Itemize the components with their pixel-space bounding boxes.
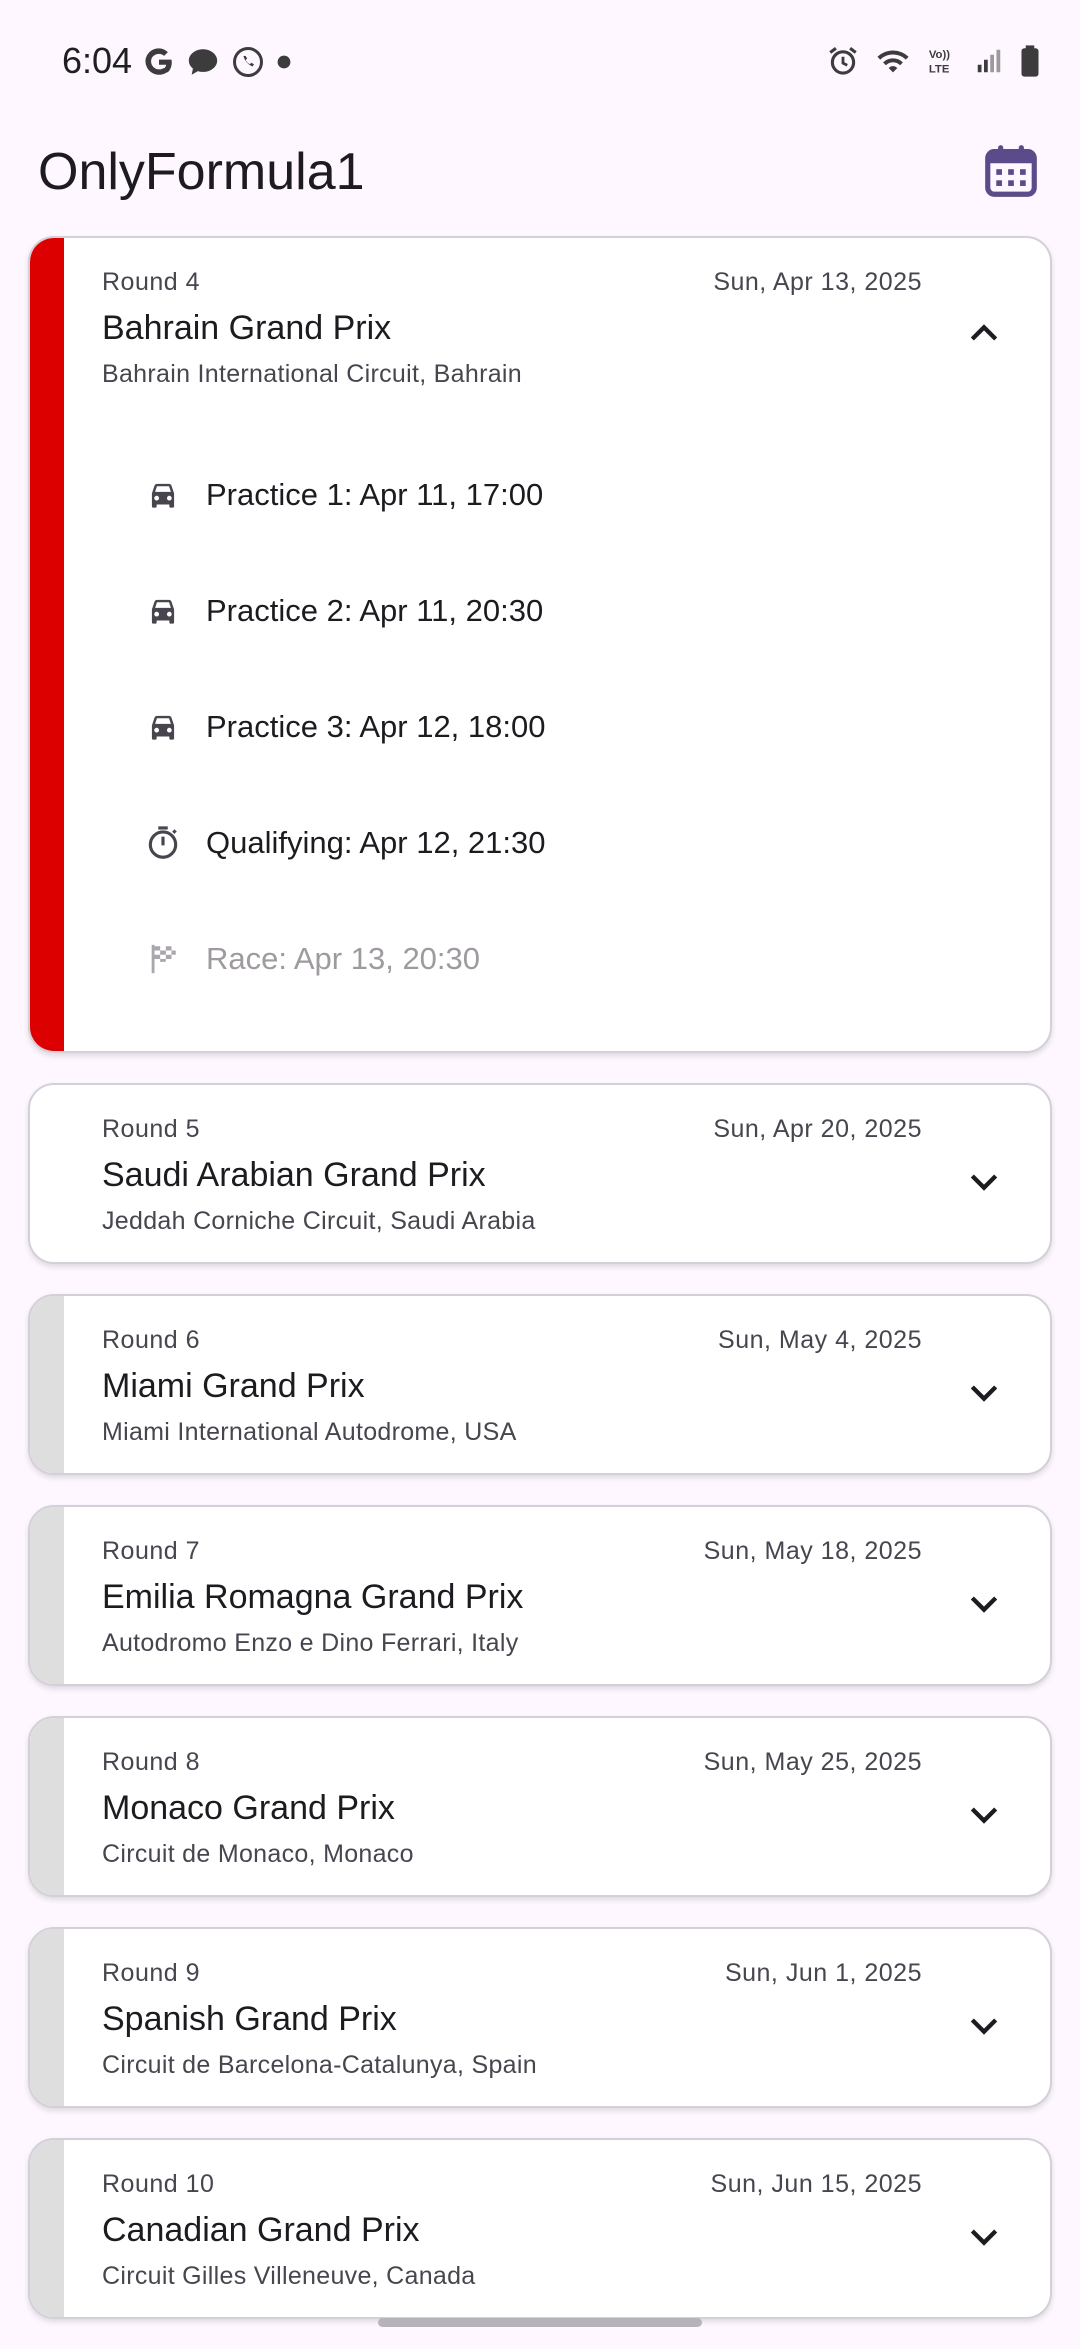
circuit-name: Circuit de Monaco, Monaco <box>102 1840 414 1868</box>
expand-button[interactable] <box>964 1583 1004 1623</box>
race-card[interactable]: Round 8 Sun, May 25, 2025 Monaco Grand P… <box>28 1716 1052 1897</box>
race-card[interactable]: Round 6 Sun, May 4, 2025 Miami Grand Pri… <box>28 1294 1052 1475</box>
race-card[interactable]: Round 10 Sun, Jun 15, 2025 Canadian Gran… <box>28 2138 1052 2319</box>
app-title: OnlyFormula1 <box>38 143 365 201</box>
race-card[interactable]: Round 9 Sun, Jun 1, 2025 Spanish Grand P… <box>28 1927 1052 2108</box>
session-item: Practice 1: Apr 11, 17:00 <box>142 437 1050 553</box>
wifi-icon <box>877 50 909 73</box>
session-label: Practice 2: Apr 11, 20:30 <box>206 593 544 628</box>
race-date: Sun, May 25, 2025 <box>703 1748 922 1776</box>
grand-prix-name: Saudi Arabian Grand Prix <box>102 1156 486 1194</box>
race-card[interactable]: Round 4 Sun, Apr 13, 2025 Bahrain Grand … <box>28 236 1052 1053</box>
grand-prix-name: Spanish Grand Prix <box>102 2000 397 2038</box>
session-label: Race: Apr 13, 20:30 <box>206 941 481 976</box>
grand-prix-name: Monaco Grand Prix <box>102 1789 395 1827</box>
circuit-name: Jeddah Corniche Circuit, Saudi Arabia <box>102 1207 536 1235</box>
svg-text:Vo)): Vo)) <box>929 49 950 61</box>
circuit-name: Bahrain International Circuit, Bahrain <box>102 360 522 388</box>
calendar-button[interactable] <box>980 140 1042 202</box>
chevron-down-icon <box>970 1596 998 1613</box>
chevron-up-icon <box>970 324 998 341</box>
status-time: 6:04 <box>62 40 133 81</box>
session-item: Qualifying: Apr 12, 21:30 <box>142 785 1050 901</box>
circuit-name: Circuit Gilles Villeneuve, Canada <box>102 2262 476 2290</box>
race-date: Sun, Jun 1, 2025 <box>724 1959 922 1987</box>
whatsapp-icon <box>233 47 263 77</box>
circuit-name: Circuit de Barcelona-Catalunya, Spain <box>102 2051 537 2079</box>
battery-icon <box>1021 45 1039 77</box>
messages-icon <box>188 49 218 75</box>
volte-icon: Vo)) LTE <box>929 49 950 75</box>
circuit-name: Miami International Autodrome, USA <box>102 1418 517 1446</box>
race-date: Sun, Apr 13, 2025 <box>713 268 922 296</box>
svg-text:LTE: LTE <box>929 63 950 75</box>
session-item: Race: Apr 13, 20:30 <box>142 901 1050 1017</box>
grand-prix-name: Emilia Romagna Grand Prix <box>102 1578 524 1616</box>
session-item: Practice 2: Apr 11, 20:30 <box>142 553 1050 669</box>
chevron-down-icon <box>970 2229 998 2246</box>
session-label: Practice 3: Apr 12, 18:00 <box>206 709 546 744</box>
race-list: Round 4 Sun, Apr 13, 2025 Bahrain Grand … <box>28 236 1052 2349</box>
flag-icon <box>142 938 184 980</box>
race-date: Sun, May 18, 2025 <box>703 1537 922 1565</box>
grand-prix-name: Bahrain Grand Prix <box>102 309 392 347</box>
session-item: Practice 3: Apr 12, 18:00 <box>142 669 1050 785</box>
chevron-down-icon <box>970 1385 998 1402</box>
race-date: Sun, May 4, 2025 <box>718 1326 922 1354</box>
timer-icon <box>142 822 184 864</box>
google-icon <box>145 48 172 75</box>
car-icon <box>142 590 184 632</box>
alarm-icon <box>829 47 857 75</box>
home-indicator[interactable] <box>378 2318 702 2327</box>
car-icon <box>142 706 184 748</box>
car-icon <box>142 474 184 516</box>
collapse-button[interactable] <box>964 314 1004 354</box>
race-card[interactable]: Round 7 Sun, May 18, 2025 Emilia Romagna… <box>28 1505 1052 1686</box>
expand-button[interactable] <box>964 2005 1004 2045</box>
signal-icon <box>977 49 1001 73</box>
grand-prix-name: Miami Grand Prix <box>102 1367 365 1405</box>
expand-button[interactable] <box>964 1372 1004 1412</box>
race-date: Sun, Apr 20, 2025 <box>713 1115 922 1143</box>
chevron-down-icon <box>970 1174 998 1191</box>
chevron-down-icon <box>970 1807 998 1824</box>
session-label: Qualifying: Apr 12, 21:30 <box>206 825 546 860</box>
circuit-name: Autodromo Enzo e Dino Ferrari, Italy <box>102 1629 519 1657</box>
chevron-down-icon <box>970 2018 998 2035</box>
grand-prix-name: Canadian Grand Prix <box>102 2211 420 2249</box>
app-bar: OnlyFormula1 <box>0 120 1080 230</box>
notification-dot-icon <box>277 55 291 69</box>
expand-button[interactable] <box>964 2216 1004 2256</box>
expand-button[interactable] <box>964 1794 1004 1834</box>
session-label: Practice 1: Apr 11, 17:00 <box>206 477 544 512</box>
status-bar: 6:04 Vo)) LTE <box>0 0 1080 120</box>
session-list: Practice 1: Apr 11, 17:00 Practice 2: Ap… <box>102 389 1050 1025</box>
race-card[interactable]: Round 5 Sun, Apr 20, 2025 Saudi Arabian … <box>28 1083 1052 1264</box>
expand-button[interactable] <box>964 1161 1004 1201</box>
calendar-icon <box>985 145 1037 197</box>
race-date: Sun, Jun 15, 2025 <box>710 2170 922 2198</box>
